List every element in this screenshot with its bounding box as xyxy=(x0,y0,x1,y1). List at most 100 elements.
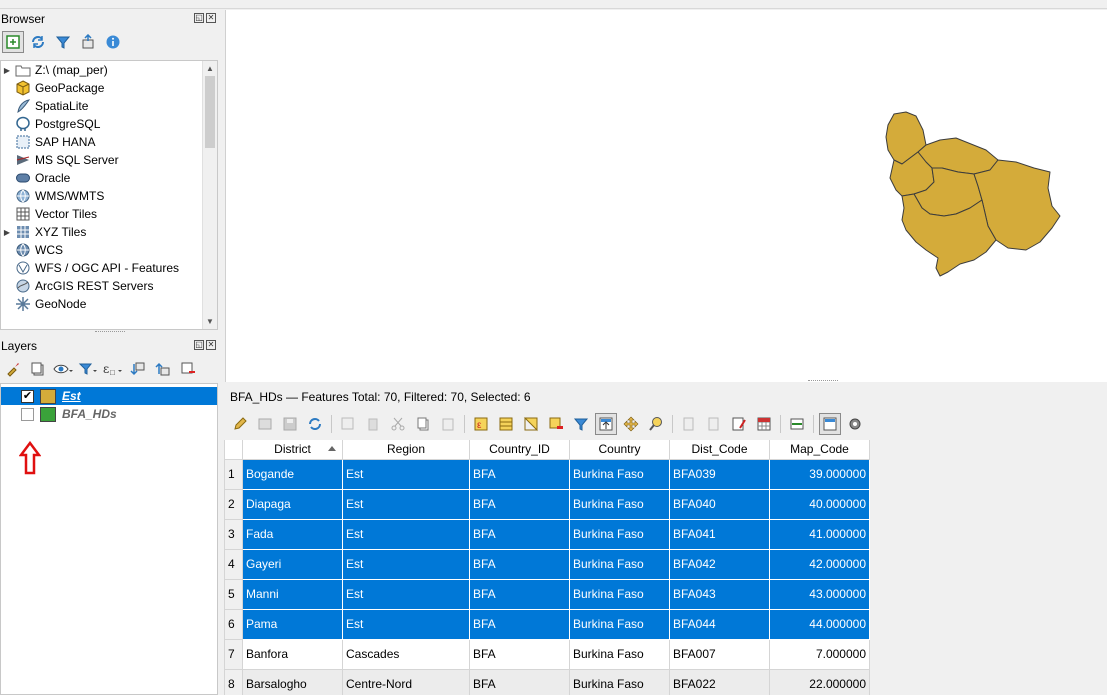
row-number[interactable]: 1 xyxy=(224,458,243,490)
table-cell[interactable]: BFA044 xyxy=(669,608,770,640)
map-canvas[interactable] xyxy=(225,10,1107,382)
filter-selection-button[interactable] xyxy=(570,413,592,435)
manage-visibility-button[interactable] xyxy=(52,358,74,380)
row-number[interactable]: 7 xyxy=(224,638,243,670)
table-cell[interactable]: BFA040 xyxy=(669,488,770,520)
row-number[interactable]: 6 xyxy=(224,608,243,640)
move-selection-top-button[interactable] xyxy=(595,413,617,435)
pan-to-selection-button[interactable] xyxy=(620,413,642,435)
table-cell[interactable]: BFA043 xyxy=(669,578,770,610)
table-row[interactable]: 7 Banfora Cascades BFA Burkina Faso BFA007 7.0… xyxy=(224,638,870,670)
table-cell[interactable]: BFA xyxy=(469,668,570,695)
table-cell[interactable]: Bogande xyxy=(242,458,343,490)
row-number-header[interactable] xyxy=(224,440,243,460)
table-cell[interactable]: BFA042 xyxy=(669,548,770,580)
table-row[interactable]: 5 Manni Est BFA Burkina Faso BFA043 43.000000 xyxy=(224,578,870,610)
browser-item[interactable]: Oracle xyxy=(1,169,217,187)
expand-arrow-icon[interactable]: ▶ xyxy=(1,228,13,237)
layer-visibility-checkbox[interactable] xyxy=(21,407,34,421)
browser-scrollbar[interactable]: ▲ ▼ xyxy=(202,61,217,329)
filter-expression-button[interactable]: ε □ xyxy=(102,358,124,380)
browser-item[interactable]: WMS/WMTS xyxy=(1,187,217,205)
scroll-thumb[interactable] xyxy=(205,76,215,148)
table-cell[interactable]: Est xyxy=(342,488,470,520)
column-header[interactable]: Map_Code xyxy=(769,440,870,460)
layer-item[interactable]: ✔ Est xyxy=(1,387,217,405)
column-header[interactable]: Country xyxy=(569,440,670,460)
table-row[interactable]: 6 Pama Est BFA Burkina Faso BFA044 44.000000 xyxy=(224,608,870,640)
column-header[interactable]: Country_ID xyxy=(469,440,570,460)
new-field-button[interactable] xyxy=(678,413,700,435)
table-cell[interactable]: 44.000000 xyxy=(769,608,870,640)
toggle-editing-button[interactable] xyxy=(229,413,251,435)
table-cell[interactable]: 7.000000 xyxy=(769,638,870,670)
table-cell[interactable]: Burkina Faso xyxy=(569,608,670,640)
table-cell[interactable]: 42.000000 xyxy=(769,548,870,580)
delete-feature-button[interactable] xyxy=(362,413,384,435)
browser-item[interactable]: ArcGIS REST Servers xyxy=(1,277,217,295)
layer-visibility-checkbox[interactable]: ✔ xyxy=(21,389,34,403)
table-cell[interactable]: Burkina Faso xyxy=(569,638,670,670)
browser-item[interactable]: PostgreSQL xyxy=(1,115,217,133)
browser-item[interactable]: GeoNode xyxy=(1,295,217,313)
add-feature-button[interactable] xyxy=(337,413,359,435)
table-cell[interactable]: Gayeri xyxy=(242,548,343,580)
table-cell[interactable]: BFA xyxy=(469,638,570,670)
scroll-down-icon[interactable]: ▼ xyxy=(203,314,217,329)
table-cell[interactable]: Burkina Faso xyxy=(569,548,670,580)
multi-edit-button[interactable] xyxy=(254,413,276,435)
table-cell[interactable]: Cascades xyxy=(342,638,470,670)
dock-table-button[interactable] xyxy=(819,413,841,435)
reload-button[interactable] xyxy=(304,413,326,435)
layer-item[interactable]: BFA_HDs xyxy=(1,405,217,423)
copy-button[interactable] xyxy=(412,413,434,435)
table-row[interactable]: 8 Barsalogho Centre-Nord BFA Burkina Faso BFA… xyxy=(224,668,870,695)
organize-columns-button[interactable] xyxy=(728,413,750,435)
table-cell[interactable]: Burkina Faso xyxy=(569,458,670,490)
browser-item[interactable]: SpatiaLite xyxy=(1,97,217,115)
table-cell[interactable]: Barsalogho xyxy=(242,668,343,695)
remove-layer-button[interactable] xyxy=(177,358,199,380)
expand-all-button[interactable] xyxy=(127,358,149,380)
float-icon[interactable]: ◱ xyxy=(194,13,204,23)
table-row[interactable]: 1 Bogande Est BFA Burkina Faso BFA039 39.00000… xyxy=(224,458,870,490)
row-number[interactable]: 2 xyxy=(224,488,243,520)
table-cell[interactable]: Est xyxy=(342,608,470,640)
table-cell[interactable]: Est xyxy=(342,578,470,610)
table-cell[interactable]: Est xyxy=(342,518,470,550)
attribute-grid[interactable]: District Region Country_ID Country Dist_… xyxy=(224,440,870,695)
filter-button[interactable] xyxy=(52,31,74,53)
add-selected-layers-button[interactable] xyxy=(2,31,24,53)
layer-symbol-swatch[interactable] xyxy=(40,406,56,422)
invert-selection-button[interactable] xyxy=(520,413,542,435)
row-number[interactable]: 5 xyxy=(224,578,243,610)
table-cell[interactable]: BFA xyxy=(469,608,570,640)
save-edits-button[interactable] xyxy=(279,413,301,435)
table-cell[interactable]: BFA041 xyxy=(669,518,770,550)
close-icon[interactable]: ✕ xyxy=(206,340,216,350)
browser-tree[interactable]: ▶ Z:\ (map_per) GeoPackage SpatiaLite Postgr… xyxy=(0,60,218,330)
table-cell[interactable]: BFA xyxy=(469,578,570,610)
table-cell[interactable]: Banfora xyxy=(242,638,343,670)
table-row[interactable]: 2 Diapaga Est BFA Burkina Faso BFA040 40.00000… xyxy=(224,488,870,520)
column-header[interactable]: Region xyxy=(342,440,470,460)
table-cell[interactable]: 22.000000 xyxy=(769,668,870,695)
row-number[interactable]: 8 xyxy=(224,668,243,695)
table-cell[interactable]: 43.000000 xyxy=(769,578,870,610)
table-cell[interactable]: BFA022 xyxy=(669,668,770,695)
table-cell[interactable]: 40.000000 xyxy=(769,488,870,520)
table-cell[interactable]: BFA xyxy=(469,518,570,550)
paste-button[interactable] xyxy=(437,413,459,435)
table-cell[interactable]: BFA039 xyxy=(669,458,770,490)
table-cell[interactable]: BFA xyxy=(469,548,570,580)
table-cell[interactable]: Burkina Faso xyxy=(569,578,670,610)
browser-item[interactable]: GeoPackage xyxy=(1,79,217,97)
table-cell[interactable]: Burkina Faso xyxy=(569,668,670,695)
column-header[interactable]: Dist_Code xyxy=(669,440,770,460)
table-cell[interactable]: Burkina Faso xyxy=(569,488,670,520)
table-row[interactable]: 3 Fada Est BFA Burkina Faso BFA041 41.000000 xyxy=(224,518,870,550)
layers-tree[interactable]: ✔ Est BFA_HDs xyxy=(0,383,218,695)
close-icon[interactable]: ✕ xyxy=(206,13,216,23)
zoom-to-selection-button[interactable] xyxy=(645,413,667,435)
delete-field-button[interactable] xyxy=(703,413,725,435)
